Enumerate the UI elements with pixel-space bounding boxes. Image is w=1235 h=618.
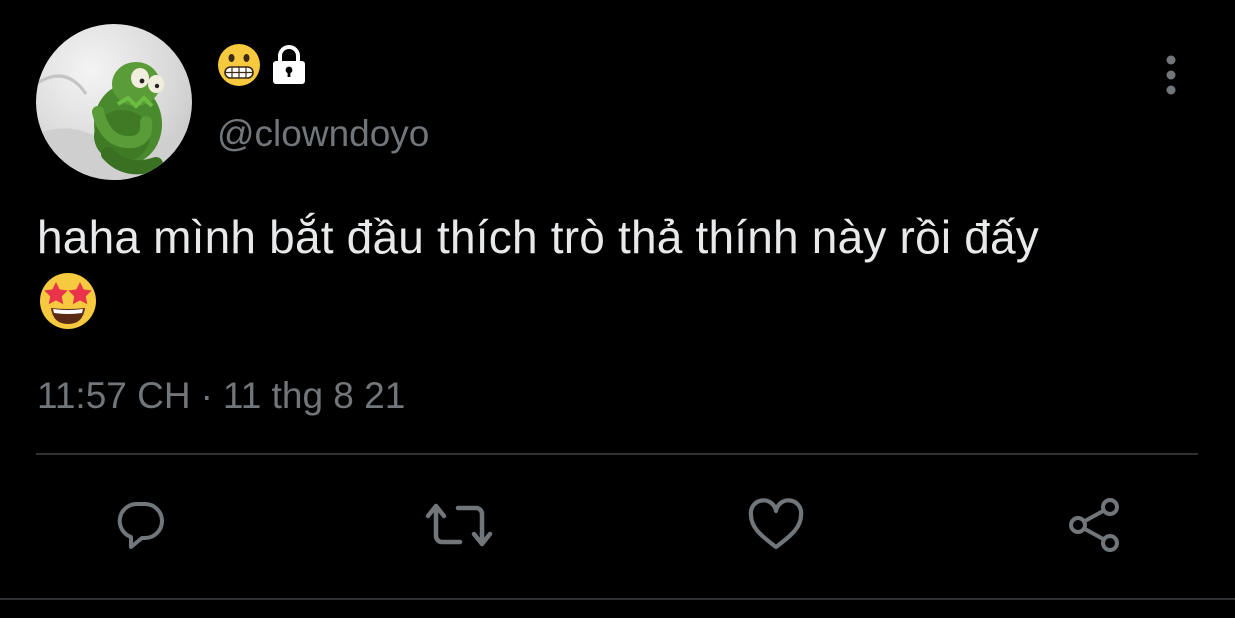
more-vertical-icon[interactable] — [1155, 55, 1187, 97]
share-button[interactable] — [1059, 490, 1129, 560]
share-icon — [1069, 498, 1119, 552]
heart-icon — [748, 498, 804, 550]
divider — [36, 453, 1198, 455]
grimacing-face-emoji — [216, 42, 262, 88]
user-handle[interactable]: @clowndoyo — [217, 112, 429, 156]
tweet-timestamp[interactable]: 11:57 CH · 11 thg 8 21 — [37, 373, 405, 419]
reply-button[interactable] — [106, 490, 176, 560]
bottom-divider — [0, 598, 1235, 600]
avatar-kermit-image — [36, 62, 192, 180]
tweet-time: 11:57 CH — [37, 375, 191, 416]
tweet-text: haha mình bắt đầu thích trò thả thính nà… — [37, 211, 1040, 263]
tweet-date: 11 thg 8 21 — [222, 375, 406, 416]
like-button[interactable] — [741, 490, 811, 560]
retweet-button[interactable] — [424, 490, 494, 560]
reply-icon — [117, 501, 164, 549]
star-struck-emoji — [37, 270, 99, 332]
display-name[interactable] — [216, 42, 310, 88]
action-bar — [0, 490, 1235, 560]
lock-icon — [268, 44, 310, 86]
timestamp-separator: · — [200, 375, 213, 416]
avatar[interactable] — [36, 24, 192, 180]
retweet-icon — [425, 503, 493, 547]
